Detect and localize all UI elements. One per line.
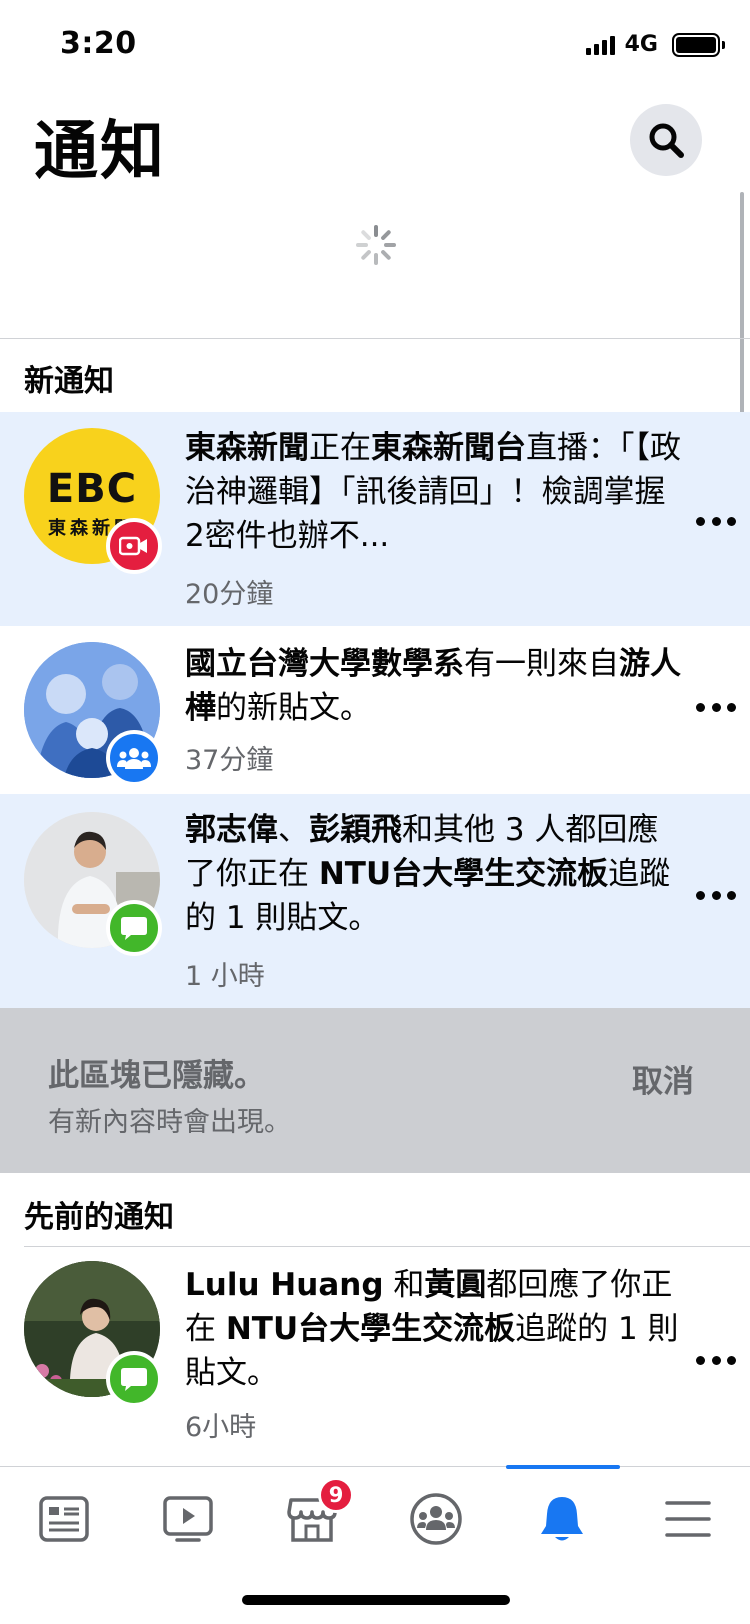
notif-target: NTU台大學生交流板 (225, 1311, 516, 1347)
notification-time: 20分鐘 (185, 579, 274, 610)
notification-time: 1 小時 (185, 961, 265, 992)
tab-notifications[interactable] (532, 1489, 592, 1549)
notification-text: 國立台灣大學數學系有一則來自游人樺的新貼文。 (185, 642, 685, 730)
notif-actor: 東森新聞 (185, 430, 309, 466)
divider (0, 338, 750, 339)
notification-text: 郭志偉、彭穎飛和其他 3 人都回應了你正在 NTU台大學生交流板追蹤的 1 則貼… (185, 808, 685, 940)
notif-actor: 黃圓 (424, 1267, 487, 1303)
notification-item-ntu-math[interactable]: 國立台灣大學數學系有一則來自游人樺的新貼文。 37分鐘 (0, 626, 750, 794)
notification-item-lulu[interactable]: Lulu Huang 和黃圓都回應了你正在 NTU台大學生交流板追蹤的 1 則貼… (0, 1247, 750, 1465)
status-time: 3:20 (60, 26, 137, 61)
notif-target: NTU台大學生交流板 (318, 856, 609, 892)
comment-icon (106, 1351, 162, 1407)
group-icon (106, 730, 162, 786)
ebc-logo-text: EBC (46, 466, 138, 512)
active-tab-indicator (506, 1465, 620, 1469)
notif-text-part: 和 (383, 1267, 425, 1303)
battery-icon (672, 32, 725, 57)
notif-text-part: 有一則來自 (464, 646, 619, 682)
cancel-button[interactable]: 取消 (632, 1056, 694, 1101)
more-options-button[interactable] (696, 1353, 736, 1367)
network-type: 4G (624, 32, 658, 57)
notification-time: 37分鐘 (185, 745, 274, 776)
notif-text-part: 正在 (309, 430, 371, 466)
comment-icon (106, 900, 162, 956)
notif-actor: Lulu Huang (185, 1267, 384, 1303)
tab-watch[interactable] (158, 1489, 218, 1549)
notification-time: 6小時 (185, 1412, 257, 1443)
signal-icon (585, 35, 615, 55)
notification-item-ntu-board[interactable]: 郭志偉、彭穎飛和其他 3 人都回應了你正在 NTU台大學生交流板追蹤的 1 則貼… (0, 794, 750, 1008)
tab-menu[interactable] (658, 1489, 718, 1549)
home-indicator[interactable] (242, 1595, 510, 1605)
groups-icon (410, 1493, 462, 1545)
hidden-section-title: 此區塊已隱藏。 (48, 1058, 265, 1094)
more-options-button[interactable] (696, 888, 736, 902)
notif-text-part: 的新貼文。 (216, 690, 371, 726)
notifications-icon (541, 1497, 583, 1541)
watch-icon (163, 1496, 213, 1542)
status-indicators: 4G (585, 32, 725, 57)
page-title: 通知 (34, 115, 166, 189)
hidden-section: 此區塊已隱藏。 有新內容時會出現。 取消 (0, 1008, 750, 1173)
news-feed-icon (39, 1496, 89, 1542)
section-header-earlier: 先前的通知 (24, 1200, 174, 1235)
tab-news-feed[interactable] (34, 1489, 94, 1549)
section-header-new: 新通知 (24, 364, 114, 399)
notif-target: 東森新聞台 (371, 430, 526, 466)
tab-groups[interactable] (406, 1489, 466, 1549)
menu-icon (665, 1501, 711, 1537)
more-options-button[interactable] (696, 700, 736, 714)
notif-actor: 彭穎飛 (309, 812, 402, 848)
more-options-button[interactable] (696, 514, 736, 528)
search-button[interactable] (630, 104, 702, 176)
marketplace-badge: 9 (318, 1477, 354, 1513)
hidden-section-subtitle: 有新內容時會出現。 (48, 1107, 291, 1138)
status-bar: 3:20 4G (0, 0, 750, 90)
video-live-icon (106, 518, 162, 574)
notification-item-ebc[interactable]: EBC 東森新聞 東森新聞正在東森新聞台直播：「【政治神邏輯】「訊後請回」！檢調… (0, 412, 750, 626)
search-icon (649, 123, 684, 158)
notification-text: 東森新聞正在東森新聞台直播：「【政治神邏輯】「訊後請回」！檢調掌握2密件也辦不.… (185, 426, 685, 558)
notification-text: Lulu Huang 和黃圓都回應了你正在 NTU台大學生交流板追蹤的 1 則貼… (185, 1263, 685, 1395)
loading-spinner-icon (356, 225, 396, 265)
notif-actor: 郭志偉 (185, 812, 278, 848)
notif-text-part: 、 (278, 812, 309, 848)
notif-actor: 國立台灣大學數學系 (185, 646, 464, 682)
